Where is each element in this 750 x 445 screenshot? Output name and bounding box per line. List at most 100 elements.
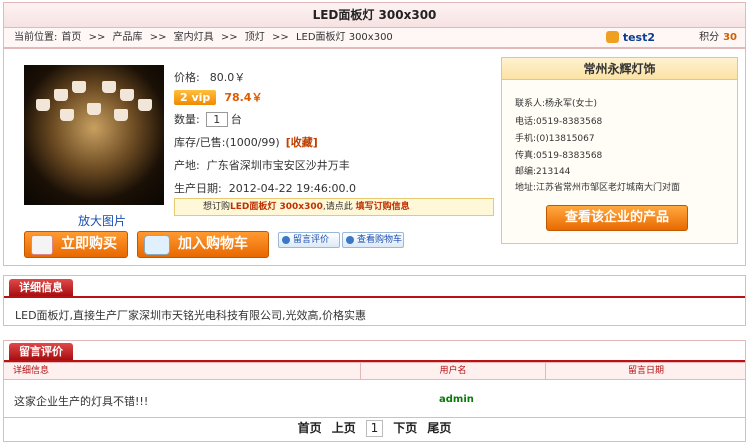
stock-row: 库存/已售:(1000/99) [收藏] (174, 134, 318, 150)
origin-row: 产地: 广东省深圳市宝安区沙井万丰 (174, 157, 350, 173)
qty-unit: 台 (230, 113, 242, 126)
order-item: LED面板灯 300x300 (230, 202, 323, 212)
qty-label: 数量: (174, 113, 200, 126)
vip-badge: 2 vip (174, 90, 217, 105)
date-label: 生产日期: (174, 182, 222, 195)
zoom-image-link[interactable]: 放大图片 (78, 212, 126, 229)
username[interactable]: test2 (623, 31, 655, 44)
table-row: 这家企业生产的灯具不错!!! admin (4, 381, 745, 418)
origin-label: 产地: (174, 159, 200, 172)
mobile-label: 手机: (515, 134, 537, 144)
breadcrumb-sep: >> (88, 32, 106, 43)
breadcrumb-sep: >> (149, 32, 167, 43)
breadcrumb-home[interactable]: 首页 (61, 32, 81, 43)
mobile-value: (0)13815067 (536, 134, 595, 144)
company-address: 地址:江苏省常州市邹区老灯城南大门对面 (515, 180, 680, 193)
address-label: 地址: (515, 183, 537, 193)
order-mid: ,请点此 (322, 202, 353, 212)
lamp-shade (72, 81, 86, 93)
details-text: LED面板灯,直接生产厂家深圳市天铭光电科技有限公司,光效高,价格实惠 (15, 309, 367, 322)
points-value: 30 (723, 32, 737, 43)
contact-value: 杨永军(女士) (545, 99, 598, 109)
pager-next[interactable]: 下页 (393, 421, 417, 435)
details-panel: 详细信息 LED面板灯,直接生产厂家深圳市天铭光电科技有限公司,光效高,价格实惠 (3, 275, 746, 326)
phone-value: 0519-8383568 (536, 117, 603, 127)
order-prefix: 想订购 (203, 202, 231, 212)
view-cart-icon (346, 236, 354, 244)
points-label: 积分 (699, 32, 720, 43)
comment-user: admin (439, 394, 474, 405)
lamp-shade (138, 99, 152, 111)
lamp-shade (36, 99, 50, 111)
col-date: 留言日期 (627, 366, 664, 376)
add-to-cart-button[interactable]: 加入购物车 (137, 231, 269, 258)
comments-table-header: 详细信息 用户名 留言日期 (4, 362, 745, 380)
page-title: LED面板灯 300x300 (3, 2, 746, 28)
order-form-icon (31, 235, 53, 255)
contact-label: 联系人: (515, 99, 546, 109)
product-box: 放大图片 价格: 80.0￥ 2 vip 78.4￥ 数量: 1 台 库存/已售:(10… (3, 48, 746, 266)
breadcrumb-current: LED面板灯 300x300 (295, 32, 393, 43)
price-row: 价格: 80.0￥ (174, 69, 245, 85)
breadcrumb: 当前位置: 首页 >> 产品库 >> 室内灯具 >> 顶灯 >> LED面板灯 3… (3, 28, 746, 48)
fax-value: 0519-8383568 (536, 151, 603, 161)
col-username: 用户名 (360, 363, 546, 380)
lamp-shade (60, 109, 74, 121)
comment-text: 这家企业生产的灯具不错!!! (14, 395, 149, 408)
company-products-button[interactable]: 查看该企业的产品 (546, 205, 688, 231)
tab-details[interactable]: 详细信息 (9, 279, 73, 296)
vip-price-row: 2 vip 78.4￥ (174, 89, 262, 105)
pager-last[interactable]: 尾页 (427, 421, 451, 435)
lamp-shade (102, 81, 116, 93)
comment-icon (282, 236, 290, 244)
order-form-link[interactable]: 填写订购信息 (356, 202, 410, 212)
lamp-shade (87, 103, 101, 115)
company-zip: 邮编:213144 (515, 164, 570, 177)
lamp-shade (54, 89, 68, 101)
breadcrumb-prefix: 当前位置: (14, 32, 58, 43)
buy-now-button[interactable]: 立即购买 (24, 231, 128, 258)
address-value: 江苏省常州市邹区老灯城南大门对面 (536, 183, 681, 193)
phone-label: 电话: (515, 117, 537, 127)
company-contact: 联系人:杨永军(女士) (515, 96, 597, 109)
quantity-row: 数量: 1 台 (174, 111, 242, 127)
breadcrumb-indoor-lamps[interactable]: 室内灯具 (174, 32, 214, 43)
company-fax: 传真:0519-8383568 (515, 148, 602, 161)
pager-first[interactable]: 首页 (298, 421, 322, 435)
comment-button[interactable]: 留言评价 (278, 232, 340, 248)
comments-panel: 留言评价 详细信息 用户名 留言日期 这家企业生产的灯具不错!!! admin … (3, 340, 746, 442)
pagination: 首页 上页 1 下页 尾页 (4, 419, 745, 437)
breadcrumb-product-lib[interactable]: 产品库 (113, 32, 143, 43)
pager-prev[interactable]: 上页 (332, 421, 356, 435)
origin-value: 广东省深圳市宝安区沙井万丰 (206, 159, 350, 172)
quantity-input[interactable]: 1 (205, 112, 228, 127)
price-value: 80.0￥ (209, 71, 246, 84)
price-label: 价格: (174, 71, 200, 84)
lamp-shade (120, 89, 134, 101)
date-value: 2012-04-22 19:46:00.0 (228, 182, 357, 195)
stock-label: 库存/已售: (174, 136, 226, 149)
company-phone: 电话:0519-8383568 (515, 114, 602, 127)
zip-value: 213144 (536, 167, 571, 177)
buy-now-label: 立即购买 (61, 236, 117, 252)
product-image[interactable] (24, 65, 164, 205)
add-to-cart-label: 加入购物车 (178, 236, 248, 252)
breadcrumb-sep: >> (271, 32, 289, 43)
date-row: 生产日期: 2012-04-22 19:46:00.0 (174, 180, 356, 196)
tab-underline (4, 296, 745, 298)
view-cart-button[interactable]: 查看购物车 (342, 232, 404, 248)
user-info[interactable]: test2 (605, 28, 659, 47)
favorite-link[interactable]: [收藏] (286, 136, 318, 149)
cart-icon (144, 235, 170, 255)
lamp-shade (114, 109, 128, 121)
user-icon (605, 31, 619, 43)
col-detail: 详细信息 (13, 366, 50, 376)
stock-value: (1000/99) (225, 136, 280, 149)
zip-label: 邮编: (515, 167, 537, 177)
comment-label: 留言评价 (293, 235, 330, 245)
points-display: 积分 30 (699, 28, 737, 47)
breadcrumb-ceiling-lamps[interactable]: 顶灯 (245, 32, 265, 43)
order-prompt: 想订购LED面板灯 300x300,请点此 填写订购信息 (174, 198, 494, 216)
tab-comments[interactable]: 留言评价 (9, 343, 73, 360)
company-name: 常州永辉灯饰 (502, 58, 737, 80)
